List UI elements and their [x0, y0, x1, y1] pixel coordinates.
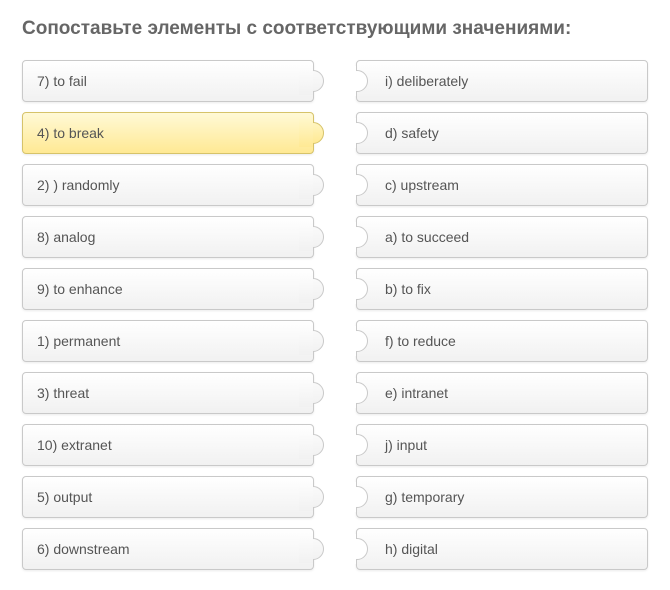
left-piece-label: 2) ) randomly	[37, 177, 119, 193]
right-piece-label: f) to reduce	[385, 333, 456, 349]
left-column: 7) to fail 4) to break 2) ) randomly 8) ana…	[22, 60, 314, 570]
left-piece[interactable]: 8) analog	[22, 216, 314, 258]
right-piece[interactable]: h) digital	[356, 528, 648, 570]
left-piece[interactable]: 1) permanent	[22, 320, 314, 362]
left-piece[interactable]: 2) ) randomly	[22, 164, 314, 206]
right-piece[interactable]: f) to reduce	[356, 320, 648, 362]
right-piece-label: h) digital	[385, 541, 438, 557]
left-piece[interactable]: 9) to enhance	[22, 268, 314, 310]
left-piece[interactable]: 3) threat	[22, 372, 314, 414]
left-piece-label: 5) output	[37, 489, 92, 505]
right-piece-label: i) deliberately	[385, 73, 468, 89]
left-piece[interactable]: 5) output	[22, 476, 314, 518]
left-piece-label: 8) analog	[37, 229, 95, 245]
right-piece-label: b) to fix	[385, 281, 431, 297]
right-piece[interactable]: b) to fix	[356, 268, 648, 310]
page-title: Сопоставьте элементы с соответствующими …	[22, 18, 648, 40]
matching-container: 7) to fail 4) to break 2) ) randomly 8) ana…	[22, 60, 648, 570]
left-piece-label: 10) extranet	[37, 437, 112, 453]
left-piece-label: 3) threat	[37, 385, 89, 401]
right-piece[interactable]: i) deliberately	[356, 60, 648, 102]
right-piece-label: c) upstream	[385, 177, 459, 193]
right-piece[interactable]: c) upstream	[356, 164, 648, 206]
left-piece[interactable]: 10) extranet	[22, 424, 314, 466]
left-piece-label: 7) to fail	[37, 73, 87, 89]
right-piece-label: j) input	[385, 437, 427, 453]
right-piece[interactable]: j) input	[356, 424, 648, 466]
left-piece[interactable]: 7) to fail	[22, 60, 314, 102]
left-piece-label: 4) to break	[37, 125, 104, 141]
left-piece[interactable]: 6) downstream	[22, 528, 314, 570]
right-piece-label: d) safety	[385, 125, 439, 141]
right-piece-label: g) temporary	[385, 489, 464, 505]
left-piece-label: 6) downstream	[37, 541, 130, 557]
right-piece[interactable]: g) temporary	[356, 476, 648, 518]
right-column: i) deliberately d) safety c) upstream a) to…	[356, 60, 648, 570]
left-piece-label: 1) permanent	[37, 333, 120, 349]
right-piece-label: a) to succeed	[385, 229, 469, 245]
right-piece[interactable]: a) to succeed	[356, 216, 648, 258]
left-piece-label: 9) to enhance	[37, 281, 123, 297]
right-piece[interactable]: e) intranet	[356, 372, 648, 414]
right-piece[interactable]: d) safety	[356, 112, 648, 154]
left-piece[interactable]: 4) to break	[22, 112, 314, 154]
right-piece-label: e) intranet	[385, 385, 448, 401]
